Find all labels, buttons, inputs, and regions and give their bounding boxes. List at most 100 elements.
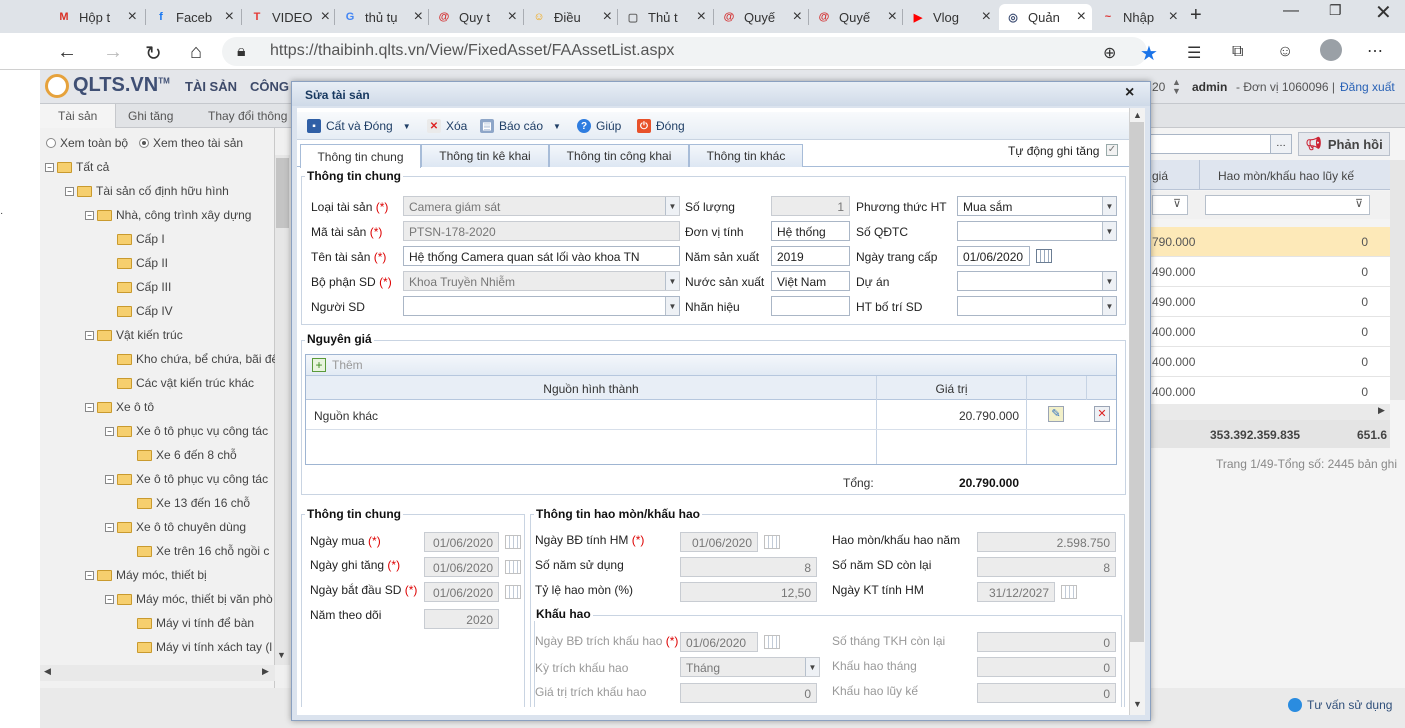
tree-node[interactable]: − Vật kiến trúc xyxy=(85,328,183,342)
feedback-button[interactable]: 📢︎ Phản hồi xyxy=(1298,132,1390,156)
restore-button[interactable]: ❐ xyxy=(1329,2,1342,19)
scroll-up-icon[interactable]: ▲ xyxy=(1133,110,1142,120)
browser-tab[interactable]: ▶ Vlog × xyxy=(904,4,997,30)
close-icon[interactable]: × xyxy=(697,8,706,26)
tree-node[interactable]: Máy vi tính xách tay (l xyxy=(125,640,272,654)
close-icon[interactable]: × xyxy=(128,8,137,26)
remaining-months-field[interactable]: 0 xyxy=(977,632,1116,652)
close-icon[interactable]: × xyxy=(321,8,330,26)
url-text[interactable]: https://thaibinh.qlts.vn/View/FixedAsset… xyxy=(270,42,674,60)
table-row[interactable]: 790.000 0 xyxy=(1150,227,1390,257)
expand-toggle-icon[interactable]: − xyxy=(105,522,114,532)
view-by-asset-radio[interactable]: Xem theo tài sản xyxy=(139,136,243,150)
quantity-field[interactable]: 1 xyxy=(771,196,850,216)
method-select[interactable]: Mua sắm ▼ xyxy=(957,196,1117,216)
expand-toggle-icon[interactable]: − xyxy=(85,210,94,220)
accum-amort-field[interactable]: 0 xyxy=(977,683,1116,703)
annual-dep-field[interactable]: 2.598.750 xyxy=(977,532,1116,552)
expand-toggle-icon[interactable]: − xyxy=(65,186,74,196)
delete-row-icon[interactable]: ✕ xyxy=(1094,406,1110,422)
dep-end-field[interactable]: 31/12/2027 xyxy=(977,582,1055,602)
tree-node[interactable]: Các vật kiến trúc khác xyxy=(105,376,254,390)
collections-icon[interactable]: ⧉ xyxy=(1232,43,1243,61)
filter-icon[interactable]: ⊽ xyxy=(1350,197,1368,213)
save-close-button[interactable]: ▪ Cất và Đóng ▼ xyxy=(307,119,411,133)
close-button[interactable]: ⏻ Đóng xyxy=(637,119,685,133)
browser-tab[interactable]: f Faceb × xyxy=(147,4,240,30)
back-icon[interactable]: ← xyxy=(57,41,77,64)
grid-vscrollbar[interactable] xyxy=(1390,160,1405,400)
browser-tab[interactable]: ☺ Điều × xyxy=(525,4,618,30)
edit-icon[interactable]: ✎ xyxy=(1048,406,1064,422)
tree-node[interactable]: Máy vi tính để bàn xyxy=(125,616,254,630)
browser-tab[interactable]: T VIDEO × xyxy=(243,4,336,30)
new-tab-button[interactable]: + xyxy=(1190,4,1202,27)
chevron-down-icon[interactable]: ▼ xyxy=(553,122,561,131)
tracking-year-field[interactable]: 2020 xyxy=(424,609,499,629)
table-row[interactable]: 400.000 0 xyxy=(1150,347,1390,377)
tree-node[interactable]: − Xe ô tô phục vụ công tác xyxy=(105,472,268,486)
report-button[interactable]: ▤ Báo cáo ▼ xyxy=(480,119,561,133)
tree-scroll-thumb[interactable] xyxy=(276,158,289,228)
tab-other[interactable]: Thông tin khác xyxy=(689,144,803,167)
amort-period-select[interactable]: Tháng ▼ xyxy=(680,657,820,677)
project-select[interactable]: ▼ xyxy=(957,271,1117,291)
table-row[interactable]: 490.000 0 xyxy=(1150,287,1390,317)
help-button[interactable]: ? Giúp xyxy=(577,119,621,133)
tab-declaration[interactable]: Thông tin kê khai xyxy=(421,144,549,167)
browser-tab[interactable]: @ Quy t × xyxy=(430,4,523,30)
expand-toggle-icon[interactable]: − xyxy=(45,162,54,172)
chevron-down-icon[interactable]: ▼ xyxy=(1102,222,1116,240)
brand-field[interactable] xyxy=(771,296,850,316)
calendar-icon[interactable] xyxy=(1061,585,1077,599)
add-source-button[interactable]: + Thêm xyxy=(312,358,363,372)
close-icon[interactable]: × xyxy=(793,8,802,26)
chevron-down-icon[interactable]: ▼ xyxy=(403,122,411,131)
expand-toggle-icon[interactable]: − xyxy=(105,474,114,484)
tree-node[interactable]: Xe 13 đến 16 chỗ xyxy=(125,496,250,510)
calendar-icon[interactable] xyxy=(764,535,780,549)
expand-toggle-icon[interactable]: − xyxy=(85,570,94,580)
calendar-icon[interactable] xyxy=(1036,249,1052,263)
chevron-down-icon[interactable]: ▼ xyxy=(1102,197,1116,215)
table-row[interactable]: 490.000 0 xyxy=(1150,257,1390,287)
dep-rate-field[interactable]: 12,50 xyxy=(680,582,817,602)
minimize-button[interactable]: — xyxy=(1283,2,1299,20)
chevron-down-icon[interactable]: ▼ xyxy=(665,272,679,290)
close-icon[interactable]: × xyxy=(603,8,612,26)
close-icon[interactable]: × xyxy=(225,8,234,26)
scroll-left-icon[interactable]: ◀ xyxy=(44,666,51,677)
subnav-tai-san[interactable]: Tài sản xyxy=(58,109,97,123)
close-icon[interactable]: × xyxy=(888,8,897,26)
table-row[interactable]: 400.000 0 xyxy=(1150,377,1390,407)
asset-type-select[interactable]: Camera giám sát ▼ xyxy=(403,196,680,216)
tree-node[interactable]: − Tài sản cố định hữu hình xyxy=(65,184,229,198)
unit-field[interactable]: Hệ thống xyxy=(771,221,850,241)
amort-start-field[interactable]: 01/06/2020 xyxy=(680,632,758,652)
country-field[interactable]: Việt Nam xyxy=(771,271,850,291)
asset-code-field[interactable]: PTSN-178-2020 xyxy=(403,221,680,241)
close-icon[interactable]: × xyxy=(508,8,517,26)
amort-value-field[interactable]: 0 xyxy=(680,683,817,703)
delete-button[interactable]: ✕ Xóa xyxy=(427,119,467,133)
department-select[interactable]: Khoa Truyền Nhiễm ▼ xyxy=(403,271,680,291)
subnav-ghi-tang[interactable]: Ghi tăng xyxy=(128,109,173,123)
layout-select[interactable]: ▼ xyxy=(957,296,1117,316)
profile-sync-icon[interactable]: ☺ xyxy=(1277,43,1293,61)
calendar-icon[interactable] xyxy=(764,635,780,649)
tree-node[interactable]: Cấp IV xyxy=(105,304,173,318)
scroll-right-icon[interactable]: ▶ xyxy=(1378,405,1385,416)
scroll-down-icon[interactable]: ▼ xyxy=(277,650,286,660)
browser-tab[interactable]: ◎ Quản × xyxy=(999,4,1092,30)
filter-input-depreciation[interactable] xyxy=(1205,195,1370,215)
close-icon[interactable]: × xyxy=(1077,8,1086,26)
table-row[interactable]: 400.000 0 xyxy=(1150,317,1390,347)
tree-node[interactable]: − Nhà, công trình xây dựng xyxy=(85,208,251,222)
tree-node[interactable]: Cấp II xyxy=(105,256,168,270)
calendar-icon[interactable] xyxy=(505,535,521,549)
chevron-down-icon[interactable]: ▼ xyxy=(805,658,819,676)
browser-tab[interactable]: ~ Nhập × xyxy=(1094,4,1184,30)
calendar-icon[interactable] xyxy=(505,585,521,599)
browser-tab[interactable]: M Hộp t × xyxy=(50,4,143,30)
tree-node[interactable]: − Tất cả xyxy=(45,160,109,174)
